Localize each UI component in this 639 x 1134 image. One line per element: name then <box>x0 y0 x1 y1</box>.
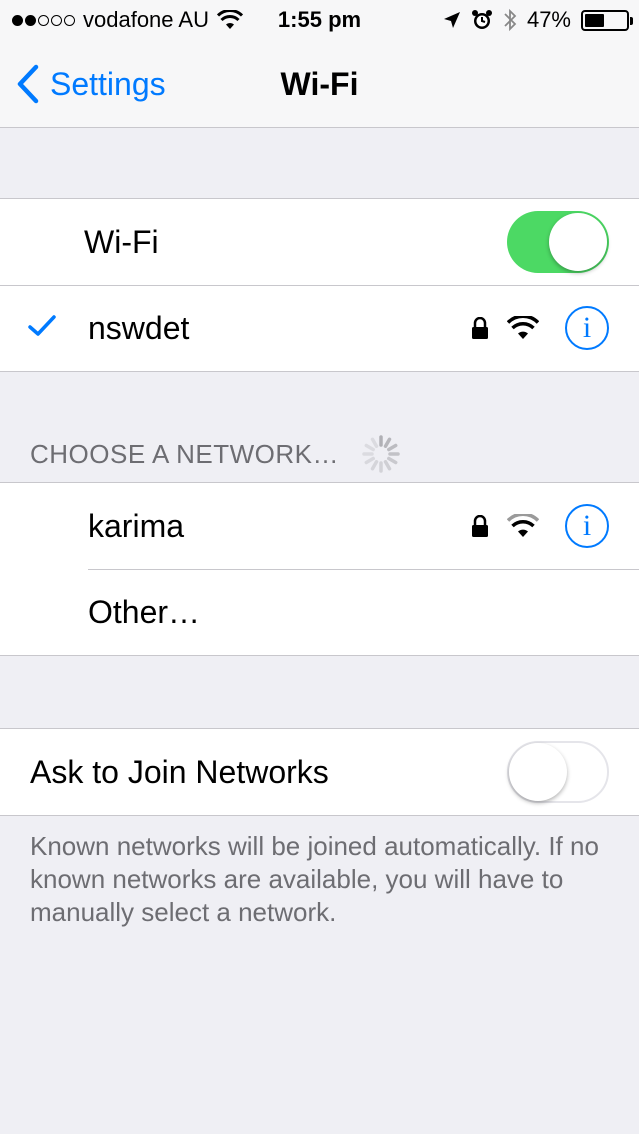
alarm-icon <box>471 10 492 29</box>
lock-icon <box>472 515 488 537</box>
wifi-label: Wi-Fi <box>84 223 159 260</box>
ask-join-toggle[interactable] <box>507 741 609 803</box>
carrier-name: vodafone AU <box>83 7 209 32</box>
ask-join-toggle-knob <box>509 743 567 801</box>
ask-join-footer: Known networks will be joined automatica… <box>30 831 599 927</box>
location-icon <box>443 12 460 28</box>
network-row-karima[interactable]: karima i <box>0 483 639 569</box>
wifi-toggle-knob <box>549 213 607 271</box>
wifi-toggle-row: Wi-Fi <box>0 199 639 285</box>
other-network-label: Other… <box>88 593 201 630</box>
connected-network-row[interactable]: nswdet i <box>0 285 639 371</box>
status-bar-right: 47% <box>443 0 633 40</box>
wifi-status-icon <box>216 10 243 29</box>
connected-network-icons: i <box>471 285 609 371</box>
status-bar: vodafone AU 1:55 pm 47% <box>0 0 639 40</box>
battery-percent: 47% <box>526 7 571 32</box>
lock-icon <box>472 317 488 339</box>
ask-join-group: Ask to Join Networks <box>0 728 639 816</box>
bluetooth-icon <box>504 8 517 32</box>
info-button-nswdet[interactable]: i <box>565 306 609 350</box>
wifi-toggle[interactable] <box>507 211 609 273</box>
other-network-row[interactable]: Other… <box>0 569 639 655</box>
status-bar-left: vodafone AU <box>12 0 243 40</box>
wifi-signal-icon <box>507 514 539 537</box>
choose-network-label: CHOOSE A NETWORK… <box>30 438 339 469</box>
ask-join-label: Ask to Join Networks <box>30 753 329 790</box>
wifi-group: Wi-Fi nswdet i <box>0 198 639 372</box>
info-icon: i <box>582 311 592 344</box>
info-icon: i <box>582 509 592 542</box>
checkmark-icon <box>28 315 56 336</box>
status-time: 1:55 pm <box>277 7 362 32</box>
network-icons: i <box>471 483 609 569</box>
back-button[interactable]: Settings <box>16 40 166 128</box>
chevron-left-icon <box>17 64 39 104</box>
battery-icon <box>581 9 633 31</box>
info-button-karima[interactable]: i <box>565 504 609 548</box>
signal-strength-icon <box>12 14 75 26</box>
network-name: karima <box>88 507 185 544</box>
wifi-signal-icon <box>507 316 539 339</box>
loading-spinner-icon <box>362 435 400 473</box>
connected-network-name: nswdet <box>88 309 190 346</box>
back-label: Settings <box>50 65 166 102</box>
network-list: karima i Other… <box>0 482 639 656</box>
navigation-bar: Settings Wi-Fi <box>0 40 639 128</box>
ask-join-row: Ask to Join Networks <box>0 729 639 815</box>
choose-network-header: CHOOSE A NETWORK… <box>30 435 401 473</box>
